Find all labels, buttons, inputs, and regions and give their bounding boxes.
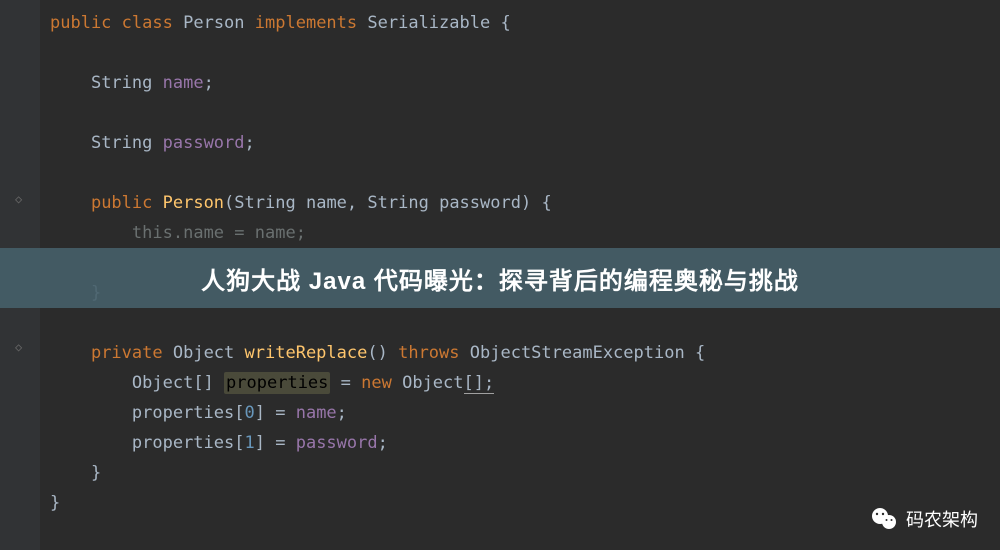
banner-title: 人狗大战 Java 代码曝光：探寻背后的编程奥秘与挑战 <box>201 261 799 296</box>
code-line <box>50 38 1000 68</box>
code-line: this.name = name; <box>50 218 1000 248</box>
code-line: private Object writeReplace() throws Obj… <box>50 338 1000 368</box>
code-line: String name; <box>50 68 1000 98</box>
code-line <box>50 308 1000 338</box>
code-line <box>50 158 1000 188</box>
code-line: } <box>50 488 1000 518</box>
code-line: public Person(String name, String passwo… <box>50 188 1000 218</box>
code-line: String password; <box>50 128 1000 158</box>
code-line: } <box>50 458 1000 488</box>
wechat-icon <box>870 507 898 531</box>
code-line: Object[] properties = new Object[]; <box>50 368 1000 398</box>
code-line <box>50 98 1000 128</box>
watermark-label: 码农架构 <box>906 506 978 532</box>
watermark: 码农架构 <box>870 506 978 532</box>
code-line: public class Person implements Serializa… <box>50 8 1000 38</box>
code-line: properties[0] = name; <box>50 398 1000 428</box>
error-underline: [] <box>464 373 484 394</box>
gutter-marker-icon: ◇ <box>15 340 25 350</box>
title-banner: 人狗大战 Java 代码曝光：探寻背后的编程奥秘与挑战 <box>0 248 1000 308</box>
highlighted-variable: properties <box>224 372 330 394</box>
gutter-marker-icon: ◇ <box>15 192 25 202</box>
code-line: properties[1] = password; <box>50 428 1000 458</box>
